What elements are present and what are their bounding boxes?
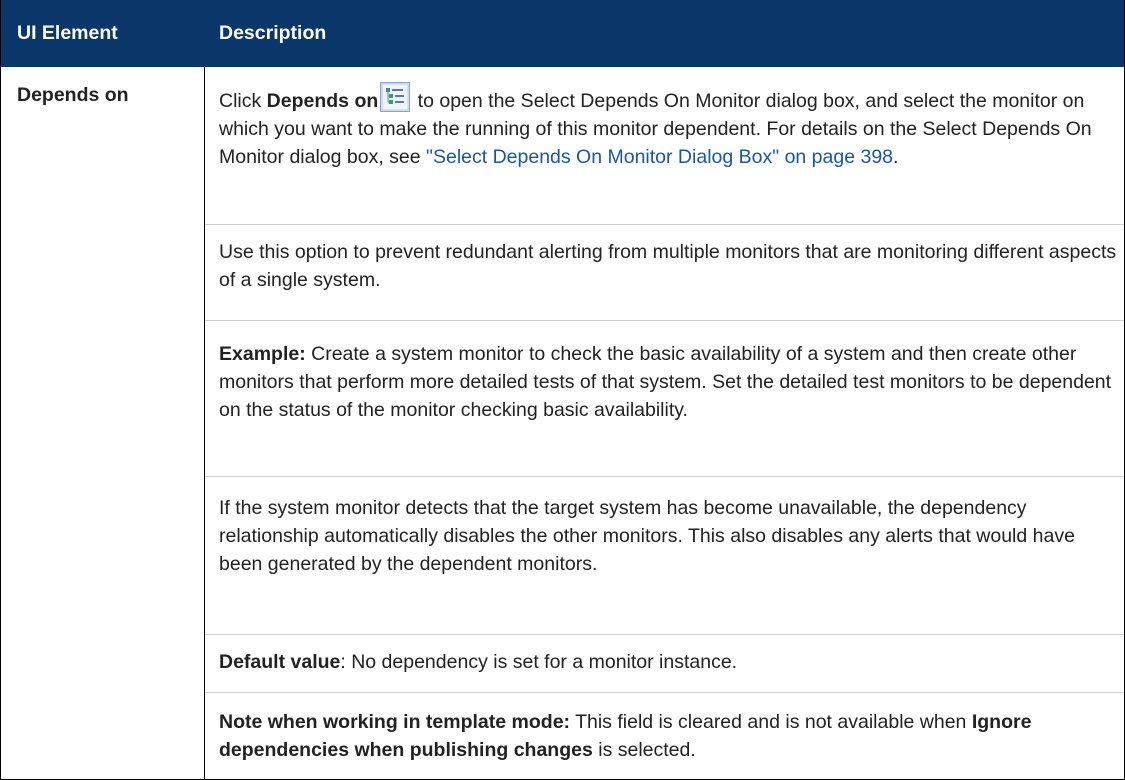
paragraph-divider <box>205 634 1124 635</box>
column-divider <box>204 67 205 780</box>
p5-bold-default-value: Default value <box>219 651 341 673</box>
p6-text: This field is cleared and is not availab… <box>570 711 972 733</box>
p1-bold-depends-on: Depends on <box>266 90 379 112</box>
p1-text-pre: Click <box>219 90 267 112</box>
description-paragraph-5: Default value: No dependency is set for … <box>219 648 1119 676</box>
row-label-depends-on: Depends on <box>17 84 129 106</box>
description-paragraph-2: Use this option to prevent redundant ale… <box>219 241 1117 291</box>
p3-bold-example: Example: <box>219 343 306 365</box>
p6-text-end: is selected. <box>592 739 696 761</box>
select-depends-on-link[interactable]: "Select Depends On Monitor Dialog Box" o… <box>426 146 893 168</box>
paragraph-divider <box>205 476 1124 477</box>
description-paragraph-1: Click Depends on to open the Select Depe… <box>219 82 1119 171</box>
paragraph-divider <box>205 320 1124 321</box>
table-header: UI Element Description <box>1 0 1124 67</box>
description-paragraph-6: Note when working in template mode: This… <box>219 708 1119 764</box>
depends-on-icon[interactable] <box>380 82 411 112</box>
p1-text-end: . <box>893 146 899 168</box>
paragraph-divider <box>205 692 1124 693</box>
p5-text: : No dependency is set for a monitor ins… <box>340 651 738 673</box>
p3-text: Create a system monitor to check the bas… <box>219 343 1112 421</box>
ui-element-table: UI Element Description Depends on Click … <box>0 0 1125 780</box>
paragraph-divider <box>205 224 1124 225</box>
header-description: Description <box>219 22 327 44</box>
header-ui-element: UI Element <box>17 22 118 44</box>
p6-bold-note: Note when working in template mode: <box>219 711 571 733</box>
description-paragraph-3: Example: Create a system monitor to chec… <box>219 340 1119 424</box>
description-paragraph-4: If the system monitor detects that the t… <box>219 497 1075 575</box>
